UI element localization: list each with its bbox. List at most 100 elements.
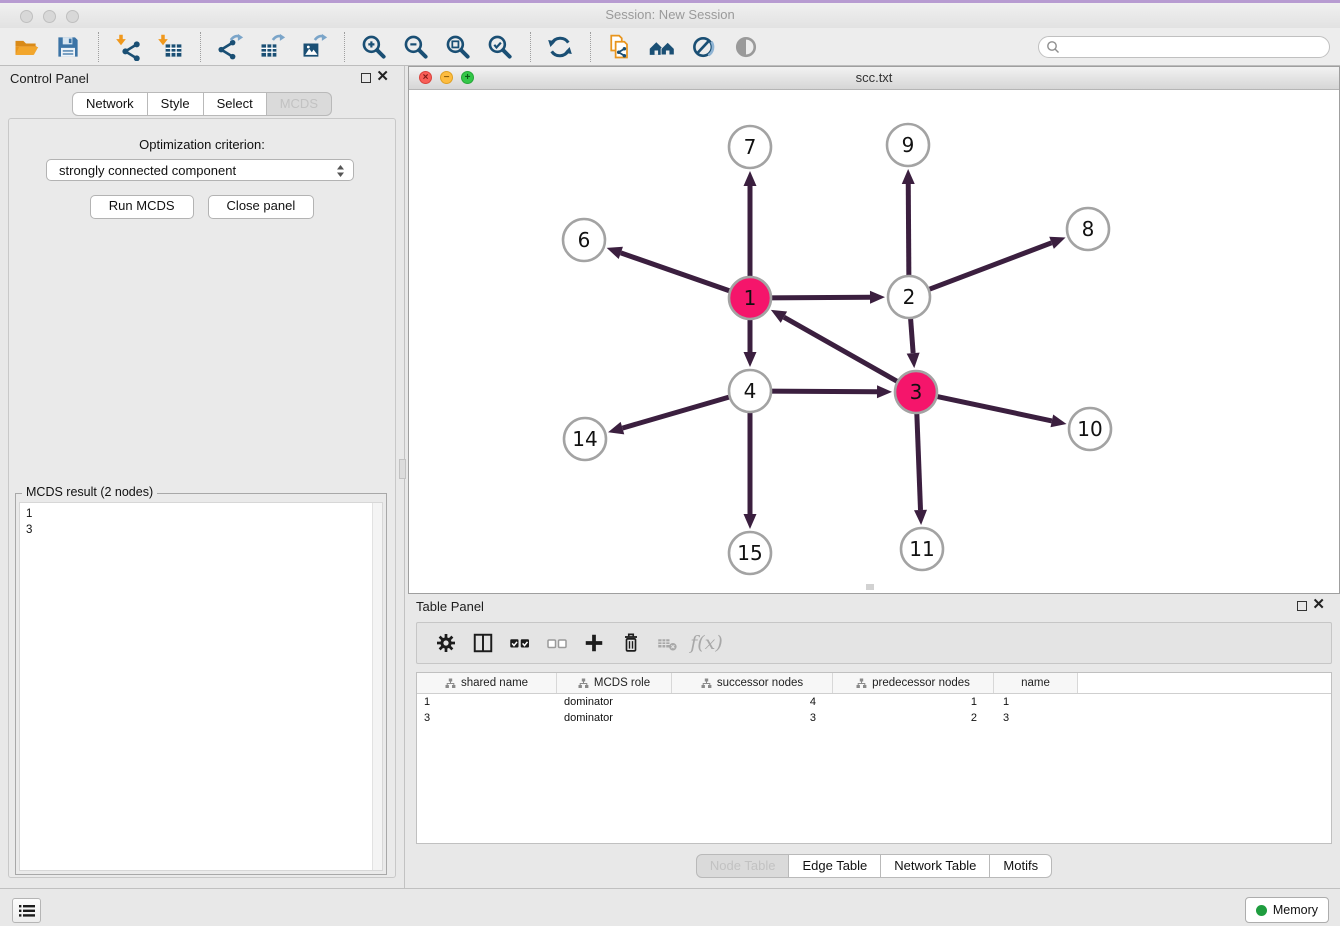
- checked-boxes-icon: [508, 631, 532, 655]
- panel-divider-grip[interactable]: [399, 459, 406, 479]
- task-history-button[interactable]: [12, 898, 41, 923]
- export-image-button[interactable]: [296, 31, 332, 63]
- node-table: shared name MCDS role successor nodes pr…: [416, 672, 1332, 844]
- network-view-window: × − + scc.txt 1234678910111415: [408, 66, 1340, 594]
- refresh-icon: [546, 33, 574, 61]
- graph-node-label: 6: [578, 228, 591, 252]
- network-window-titlebar: × − + scc.txt: [409, 67, 1339, 90]
- criterion-dropdown[interactable]: strongly connected component: [46, 159, 354, 181]
- graph-edge[interactable]: [925, 243, 1052, 291]
- control-panel-header: Control Panel ✕: [0, 66, 404, 92]
- cell-name[interactable]: 1: [994, 694, 1078, 710]
- graph-edge-arrowhead: [744, 171, 757, 186]
- column-header-name[interactable]: name: [994, 673, 1078, 693]
- home-button[interactable]: [644, 31, 680, 63]
- graph-edge[interactable]: [767, 391, 877, 392]
- save-session-button[interactable]: [50, 31, 86, 63]
- create-column-button[interactable]: [575, 628, 612, 658]
- cell-mcds-role[interactable]: dominator: [557, 710, 672, 726]
- graph-edge[interactable]: [767, 297, 870, 298]
- open-folder-icon: [12, 33, 40, 61]
- close-table-panel-icon[interactable]: ✕: [1312, 596, 1325, 614]
- deselect-all-button[interactable]: [538, 628, 575, 658]
- zoom-selected-button[interactable]: [482, 31, 518, 63]
- search-input[interactable]: [1061, 37, 1329, 57]
- table-row[interactable]: 1 dominator 4 1 1: [417, 694, 1331, 710]
- cell-name[interactable]: 3: [994, 710, 1078, 726]
- import-network-button[interactable]: [110, 31, 146, 63]
- column-header-successor-nodes[interactable]: successor nodes: [672, 673, 833, 693]
- refresh-layout-button[interactable]: [542, 31, 578, 63]
- column-header-mcds-role[interactable]: MCDS role: [557, 673, 672, 693]
- cell-predecessor-nodes[interactable]: 1: [833, 694, 994, 710]
- tab-mcds[interactable]: MCDS: [267, 92, 332, 116]
- graph-node-label: 3: [910, 380, 923, 404]
- column-header-predecessor-nodes[interactable]: predecessor nodes: [833, 673, 994, 693]
- tab-node-table[interactable]: Node Table: [696, 854, 790, 878]
- cell-successor-nodes[interactable]: 3: [672, 710, 833, 726]
- graph-edge[interactable]: [910, 314, 913, 353]
- tab-network-table[interactable]: Network Table: [881, 854, 990, 878]
- table-settings-button[interactable]: [427, 628, 464, 658]
- mcds-result-text: 1 3: [20, 503, 382, 541]
- birds-eye-view-button[interactable]: [728, 31, 764, 63]
- table-panel: Table Panel ✕: [408, 594, 1340, 888]
- graph-edge-arrowhead: [914, 510, 927, 525]
- toolbar-separator: [344, 32, 346, 62]
- list-icon: [19, 904, 35, 918]
- open-session-button[interactable]: [8, 31, 44, 63]
- float-panel-icon[interactable]: [361, 73, 371, 83]
- main-toolbar: [0, 28, 1340, 66]
- table-header-row: shared name MCDS role successor nodes pr…: [417, 673, 1331, 694]
- result-scrollbar[interactable]: [372, 503, 382, 870]
- function-builder-button[interactable]: f(x): [686, 628, 723, 658]
- delete-table-button[interactable]: [649, 628, 686, 658]
- tab-motifs[interactable]: Motifs: [990, 854, 1052, 878]
- cell-predecessor-nodes[interactable]: 2: [833, 710, 994, 726]
- column-header-shared-name[interactable]: shared name: [417, 673, 557, 693]
- run-mcds-button[interactable]: Run MCDS: [90, 195, 194, 219]
- graph-node-label: 15: [737, 541, 762, 565]
- cell-mcds-role[interactable]: dominator: [557, 694, 672, 710]
- chevron-updown-icon: [336, 164, 345, 178]
- delete-table-icon: [656, 631, 680, 655]
- graph-edge[interactable]: [784, 317, 901, 383]
- export-table-button[interactable]: [254, 31, 290, 63]
- tab-edge-table[interactable]: Edge Table: [789, 854, 881, 878]
- graph-node-label: 1: [744, 286, 757, 310]
- graph-edge[interactable]: [933, 396, 1052, 421]
- network-resize-grip[interactable]: [866, 584, 874, 590]
- cell-successor-nodes[interactable]: 4: [672, 694, 833, 710]
- tab-style[interactable]: Style: [148, 92, 204, 116]
- zoom-fit-button[interactable]: [440, 31, 476, 63]
- export-image-icon: [300, 33, 328, 61]
- mcds-result-textarea[interactable]: 1 3: [19, 502, 383, 871]
- delete-column-button[interactable]: [612, 628, 649, 658]
- toolbar-separator: [590, 32, 592, 62]
- tab-network[interactable]: Network: [72, 92, 148, 116]
- import-table-button[interactable]: [152, 31, 188, 63]
- memory-button[interactable]: Memory: [1245, 897, 1329, 923]
- graph-edge[interactable]: [917, 409, 921, 510]
- duplicate-network-button[interactable]: [602, 31, 638, 63]
- float-table-panel-icon[interactable]: [1297, 601, 1307, 611]
- zoom-in-button[interactable]: [356, 31, 392, 63]
- graph-edge[interactable]: [908, 184, 909, 280]
- cell-shared-name[interactable]: 1: [417, 694, 557, 710]
- toggle-column-pane-button[interactable]: [464, 628, 501, 658]
- visual-styles-button[interactable]: [686, 31, 722, 63]
- zoom-out-button[interactable]: [398, 31, 434, 63]
- tab-select[interactable]: Select: [204, 92, 267, 116]
- cell-shared-name[interactable]: 3: [417, 710, 557, 726]
- table-row[interactable]: 3 dominator 3 2 3: [417, 710, 1331, 726]
- select-all-button[interactable]: [501, 628, 538, 658]
- fx-icon: f(x): [690, 632, 723, 654]
- close-panel-button[interactable]: Close panel: [208, 195, 315, 219]
- export-network-button[interactable]: [212, 31, 248, 63]
- split-columns-icon: [471, 631, 495, 655]
- graph-edge[interactable]: [622, 396, 733, 428]
- close-panel-icon[interactable]: ✕: [376, 68, 389, 86]
- network-graph-canvas[interactable]: 1234678910111415: [409, 89, 1339, 593]
- graph-edge[interactable]: [621, 253, 734, 293]
- graph-node-label: 7: [744, 135, 757, 159]
